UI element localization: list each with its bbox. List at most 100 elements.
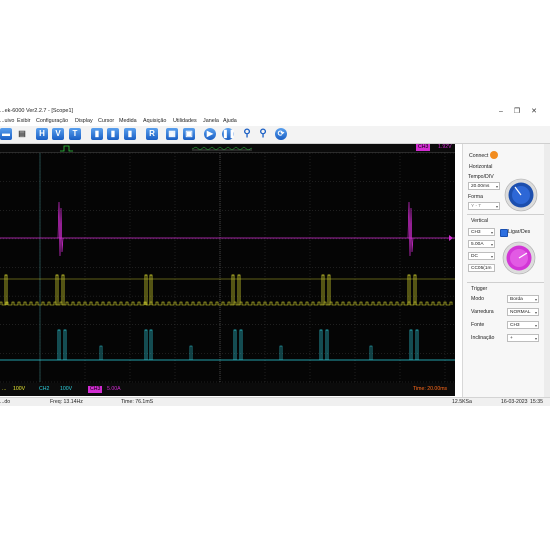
inclinacao-value: + — [510, 336, 513, 341]
ch2-pulse — [149, 329, 153, 360]
chevron-down-icon: ▾ — [534, 336, 537, 341]
zoom-out-icon[interactable]: ⚲ — [257, 128, 269, 140]
forma-value: Y - T — [471, 204, 482, 209]
chevron-down-icon: ▾ — [534, 297, 537, 302]
cursor-icon[interactable]: ▣ — [183, 128, 195, 140]
menu-arquivo[interactable]: ...uivo — [0, 117, 14, 126]
ch1-trace — [0, 301, 453, 306]
volts-knob[interactable] — [501, 240, 537, 276]
measure-icon[interactable]: ▦ — [166, 128, 178, 140]
reference-button[interactable]: R — [146, 128, 158, 140]
save-icon[interactable]: ▬ — [0, 128, 12, 140]
date-readout: 16-03-2023 — [501, 399, 528, 405]
ch1-pulse — [237, 274, 241, 305]
menu-cursor[interactable]: Cursor — [98, 117, 114, 126]
scope-bottom-strip: ... 100V CH2 100V CH3 5.00A Time: 20.00m… — [0, 383, 455, 396]
panel-scrollbar[interactable] — [544, 144, 550, 397]
ch2-pulse — [63, 329, 67, 360]
control-panel: Connect Horizontal Tempo/DIV 20.00ms ▾ Fo… — [462, 144, 550, 397]
chevron-down-icon: ▾ — [534, 323, 537, 328]
fonte-label: Fonte — [471, 322, 485, 328]
tempo-div-select[interactable]: 20.00ms ▾ — [468, 182, 500, 190]
chevron-down-icon: ▾ — [495, 184, 498, 189]
status-text: ...do — [0, 399, 11, 405]
coupling-select[interactable]: DC ▾ — [468, 252, 495, 260]
menu-aquisicao[interactable]: Aquisição — [143, 117, 166, 126]
channel-one-icon[interactable]: ▮ — [91, 128, 103, 140]
ch2-label: CH2 — [39, 386, 50, 392]
varredura-select[interactable]: NORMAL ▾ — [507, 308, 539, 316]
ch1-pulse — [55, 274, 59, 305]
frequency-readout: Freq: 13.14Hz — [50, 399, 83, 405]
connect-indicator-icon[interactable] — [490, 151, 498, 159]
ch3-spike — [407, 201, 414, 257]
print-icon[interactable]: ▤ — [16, 128, 28, 140]
ch1-pulse — [407, 274, 411, 305]
chevron-down-icon: ▾ — [534, 310, 537, 315]
minimize-button[interactable]: – — [495, 107, 507, 116]
ch1-pulse — [413, 274, 417, 305]
tempo-div-label: Tempo/DIV — [468, 174, 494, 180]
run-icon[interactable]: ▶ — [204, 128, 216, 140]
varredura-value: NORMAL — [510, 310, 531, 315]
ch3-label: CH3 — [88, 386, 103, 393]
channel-value: CH3 — [471, 230, 481, 235]
menu-ajuda[interactable]: Ajuda — [223, 117, 237, 126]
ch2-pulse — [99, 345, 103, 360]
scope-display[interactable]: CH3 1.92V ... 100V CH2 100V CH3 5.00A Ti… — [0, 144, 455, 396]
menu-bar: ...uivo Exibir Configuração Display Curs… — [0, 117, 550, 126]
inclinacao-select[interactable]: + ▾ — [507, 334, 539, 342]
ch2-pulse — [57, 329, 61, 360]
chevron-down-icon: ▾ — [495, 204, 498, 209]
ch2-pulse — [144, 329, 148, 360]
menu-exibir[interactable]: Exibir — [17, 117, 30, 126]
volts-div-select[interactable]: 5.00A ▾ — [468, 240, 495, 248]
menu-janela[interactable]: Janela — [203, 117, 219, 126]
fonte-select[interactable]: CH3 ▾ — [507, 321, 539, 329]
ch2-pulse — [409, 329, 413, 360]
probe-value: CC05(1m — [471, 266, 492, 271]
modo-value: Borda — [510, 297, 523, 302]
ch2-pulse — [415, 329, 419, 360]
modo-select[interactable]: Borda ▾ — [507, 295, 539, 303]
math-icon[interactable]: ▮ — [124, 128, 136, 140]
time-base-knob[interactable] — [503, 177, 539, 213]
probe-select[interactable]: CC05(1m — [468, 264, 495, 272]
forma-select[interactable]: Y - T ▾ — [468, 202, 500, 210]
menu-configuracao[interactable]: Configuração — [36, 117, 68, 126]
chevron-down-icon: ▾ — [490, 242, 493, 247]
window-title: ...ek-6000 Ver2.2.7 - [Scope1] — [0, 108, 74, 114]
close-button[interactable]: ✕ — [528, 107, 540, 116]
forma-label: Forma — [468, 194, 483, 200]
refresh-icon[interactable]: ⟳ — [275, 128, 287, 140]
zoom-in-icon[interactable]: ⚲ — [241, 128, 253, 140]
ch3-value: 5.00A — [107, 386, 121, 392]
coupling-value: DC — [471, 254, 478, 259]
menu-utilidades[interactable]: Utilidades — [173, 117, 197, 126]
ch1-pulse — [149, 274, 153, 305]
menu-display[interactable]: Display — [75, 117, 93, 126]
trigger-button[interactable]: T — [69, 128, 81, 140]
menu-medida[interactable]: Medida — [119, 117, 137, 126]
channel-select[interactable]: CH3 ▾ — [468, 228, 495, 236]
status-bar: ...do Freq: 13.14Hz Time: 76.1mS 12.5KSa… — [0, 397, 550, 406]
ch2-value: 100V — [60, 386, 73, 392]
ch2-pulse — [239, 329, 243, 360]
tempo-div-value: 20.00ms — [471, 184, 490, 189]
ch1-pulse — [61, 274, 65, 305]
horizontal-divider — [467, 214, 545, 215]
maximize-button[interactable]: ❐ — [511, 107, 523, 116]
ch2-pulse — [279, 345, 283, 360]
channel-enable-checkbox[interactable] — [500, 229, 508, 237]
ch2-pulse — [369, 345, 373, 360]
horizontal-button[interactable]: H — [36, 128, 48, 140]
channel-two-icon[interactable]: ▮ — [107, 128, 119, 140]
ch1-value: 100V — [13, 386, 26, 392]
vertical-button[interactable]: V — [52, 128, 64, 140]
ch1-label: ... — [2, 386, 7, 392]
pause-icon[interactable]: ❚❚ — [222, 128, 235, 140]
ch2-pulse — [319, 329, 323, 360]
modo-label: Modo — [471, 296, 484, 302]
sample-rate: 12.5KSa — [452, 399, 472, 405]
trigger-section-title: Trigger — [471, 286, 488, 292]
